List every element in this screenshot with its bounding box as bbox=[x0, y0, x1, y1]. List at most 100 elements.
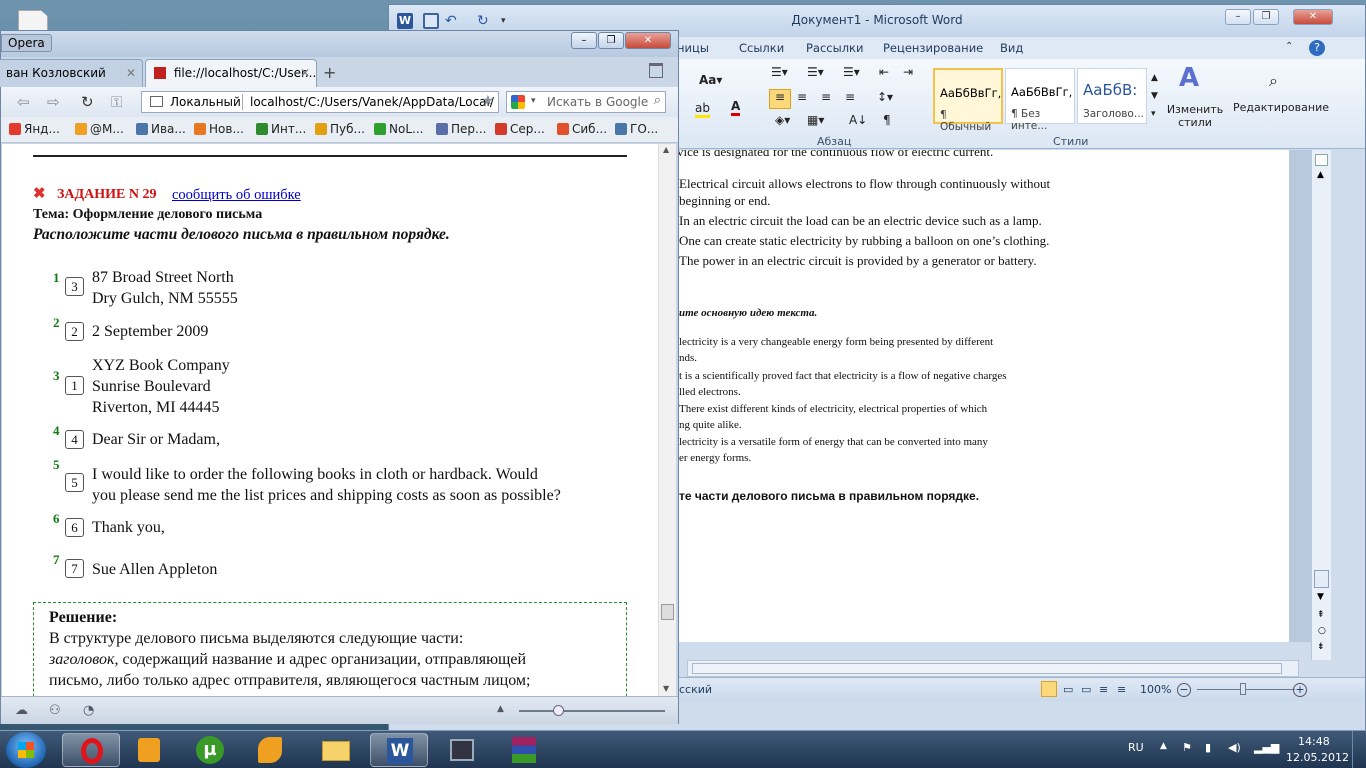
search-engine-dropdown-icon[interactable]: ▾ bbox=[531, 96, 536, 106]
search-icon[interactable]: ⌕ bbox=[654, 93, 661, 108]
bookmark-news[interactable]: Нов... bbox=[194, 122, 244, 136]
bookmark-nolimit[interactable]: NoL... bbox=[374, 122, 423, 136]
taskbar-pro-app[interactable] bbox=[432, 733, 490, 767]
taskbar-explorer[interactable] bbox=[306, 733, 364, 767]
close-button[interactable]: ✕ bbox=[1293, 9, 1333, 25]
zoom-in-icon[interactable]: + bbox=[1293, 683, 1307, 697]
zoom-slider[interactable] bbox=[1197, 689, 1295, 690]
scroll-thumb[interactable] bbox=[661, 604, 674, 620]
scroll-up-icon[interactable]: ▲ bbox=[663, 145, 669, 154]
bookmark-yandex[interactable]: Янд... bbox=[9, 122, 60, 136]
answer-box[interactable]: 6 bbox=[65, 518, 84, 537]
page-scrollbar[interactable]: ▲ ▼ bbox=[658, 144, 676, 696]
style-no-spacing[interactable]: АаБбВвГг, ¶ Без инте... bbox=[1005, 68, 1075, 132]
answer-box[interactable]: 5 bbox=[65, 473, 84, 492]
tab-view[interactable]: Вид bbox=[1000, 41, 1023, 55]
flag-icon[interactable]: ⚑ bbox=[1182, 741, 1192, 754]
zoom-slider-thumb[interactable] bbox=[1240, 683, 1246, 695]
scroll-thumb[interactable] bbox=[1314, 570, 1329, 588]
scroll-down-icon[interactable]: ▼ bbox=[1317, 592, 1324, 602]
justify-icon[interactable]: ≡ bbox=[845, 90, 855, 104]
search-box[interactable]: ▾ Искать в Google ⌕ bbox=[506, 91, 666, 113]
show-hidden-icons[interactable]: ▲ bbox=[1160, 741, 1167, 751]
word-vertical-scrollbar[interactable]: ▲ ▼ ⇞ ○ ⇟ bbox=[1311, 150, 1331, 660]
align-left-icon[interactable]: ≡ bbox=[769, 89, 791, 109]
tab-vk[interactable]: ван Козловский ✕ bbox=[0, 59, 143, 87]
restore-button[interactable]: ❐ bbox=[598, 32, 624, 49]
indent-increase-icon[interactable]: ⇥ bbox=[903, 65, 913, 79]
close-tab-icon[interactable]: ✕ bbox=[300, 66, 310, 80]
help-icon[interactable]: ? bbox=[1309, 40, 1325, 56]
view-web-icon[interactable]: ▭ bbox=[1081, 683, 1091, 696]
zoom-out-icon[interactable]: − bbox=[1177, 683, 1191, 697]
close-button[interactable]: ✕ bbox=[625, 32, 671, 49]
tab-local-file[interactable]: file://localhost/C:/User... ✕ bbox=[145, 59, 317, 87]
indent-decrease-icon[interactable]: ⇤ bbox=[879, 65, 889, 79]
restore-button[interactable]: ❐ bbox=[1253, 9, 1279, 25]
answer-box[interactable]: 1 bbox=[65, 376, 84, 395]
bookmark-siberia[interactable]: Сиб... bbox=[557, 122, 607, 136]
clock-date[interactable]: 12.05.2012 bbox=[1286, 751, 1349, 764]
reload-icon[interactable]: ↻ bbox=[81, 93, 94, 111]
numbering-icon[interactable]: ☰▾ bbox=[807, 65, 824, 79]
clock-time[interactable]: 14:48 bbox=[1298, 735, 1330, 748]
cloud-icon[interactable]: ☁ bbox=[15, 703, 28, 718]
style-normal[interactable]: АаБбВвГг, ¶ Обычный bbox=[933, 68, 1003, 133]
binoculars-icon[interactable]: ⌕ bbox=[1269, 71, 1278, 91]
address-text[interactable]: localhost/C:/Users/Vanek/AppData/Local/ bbox=[250, 95, 494, 109]
unite-icon[interactable]: ⚇ bbox=[49, 703, 61, 718]
page-zoom-slider[interactable] bbox=[519, 710, 665, 712]
view-reading-icon[interactable]: ▭ bbox=[1063, 683, 1073, 696]
bullets-icon[interactable]: ☰▾ bbox=[771, 65, 788, 79]
bookmark-public[interactable]: Пуб... bbox=[315, 122, 365, 136]
font-color-icon[interactable]: A bbox=[731, 99, 741, 116]
turbo-icon[interactable]: ◔ bbox=[83, 703, 94, 718]
view-draft-icon[interactable]: ≡ bbox=[1117, 683, 1126, 696]
desktop-file-icon[interactable] bbox=[18, 10, 48, 32]
scroll-up-icon[interactable]: ▲ bbox=[1317, 170, 1324, 180]
page-zoom-thumb[interactable] bbox=[553, 705, 564, 716]
scroll-down-icon[interactable]: ▼ bbox=[663, 684, 669, 693]
zoom-level[interactable]: 100% bbox=[1140, 683, 1171, 696]
battery-icon[interactable]: ▮ bbox=[1205, 741, 1211, 754]
taskbar-winrar[interactable] bbox=[494, 733, 552, 767]
back-icon[interactable]: ⇦ bbox=[17, 93, 30, 111]
align-center-icon[interactable]: ≡ bbox=[797, 90, 807, 104]
tab-references[interactable]: Ссылки bbox=[739, 41, 784, 55]
search-input[interactable]: Искать в Google bbox=[547, 95, 648, 109]
bookmark-star-icon[interactable]: ★ bbox=[481, 93, 494, 109]
ribbon-minimize-icon[interactable]: ⌃ bbox=[1285, 41, 1293, 52]
show-desktop-button[interactable] bbox=[1352, 731, 1366, 768]
change-styles-icon[interactable]: A bbox=[1179, 63, 1199, 93]
trash-icon[interactable] bbox=[649, 63, 663, 78]
answer-box[interactable]: 4 bbox=[65, 430, 84, 449]
align-right-icon[interactable]: ≡ bbox=[821, 90, 831, 104]
address-bar[interactable]: Локальный localhost/C:/Users/Vanek/AppDa… bbox=[141, 91, 499, 113]
sort-icon[interactable]: A↓ bbox=[849, 113, 867, 127]
highlight-icon[interactable]: ab bbox=[695, 101, 710, 118]
report-error-link[interactable]: сообщить об ошибке bbox=[172, 187, 301, 204]
next-page-icon[interactable]: ⇟ bbox=[1317, 642, 1325, 652]
view-print-layout-icon[interactable] bbox=[1041, 681, 1057, 697]
forward-icon[interactable]: ⇨ bbox=[47, 93, 60, 111]
prev-page-icon[interactable]: ⇞ bbox=[1317, 610, 1325, 620]
view-outline-icon[interactable]: ≡ bbox=[1099, 683, 1108, 696]
line-spacing-icon[interactable]: ↕▾ bbox=[877, 90, 893, 104]
style-heading[interactable]: АаБбВ: Заголово... bbox=[1077, 68, 1147, 124]
new-tab-icon[interactable]: + bbox=[323, 63, 336, 82]
start-button[interactable] bbox=[6, 732, 46, 768]
shading-icon[interactable]: ◈▾ bbox=[775, 113, 790, 127]
minimize-button[interactable]: – bbox=[571, 32, 597, 49]
taskbar-app[interactable] bbox=[240, 733, 298, 767]
tab-review[interactable]: Рецензирование bbox=[883, 41, 983, 55]
taskbar-word[interactable]: W bbox=[370, 733, 428, 767]
key-icon[interactable]: ⚿ bbox=[111, 93, 122, 111]
bookmark-service[interactable]: Сер... bbox=[495, 122, 545, 136]
minimize-button[interactable]: – bbox=[1225, 9, 1251, 25]
word-horizontal-scrollbar[interactable] bbox=[687, 660, 1299, 677]
bookmark-vk[interactable]: Ива... bbox=[136, 122, 186, 136]
bookmark-mail[interactable]: @М... bbox=[75, 122, 124, 136]
language-status[interactable]: сский bbox=[679, 683, 712, 696]
answer-box[interactable]: 7 bbox=[65, 559, 84, 578]
font-size-grow-icon[interactable]: Aa▾ bbox=[699, 73, 722, 87]
